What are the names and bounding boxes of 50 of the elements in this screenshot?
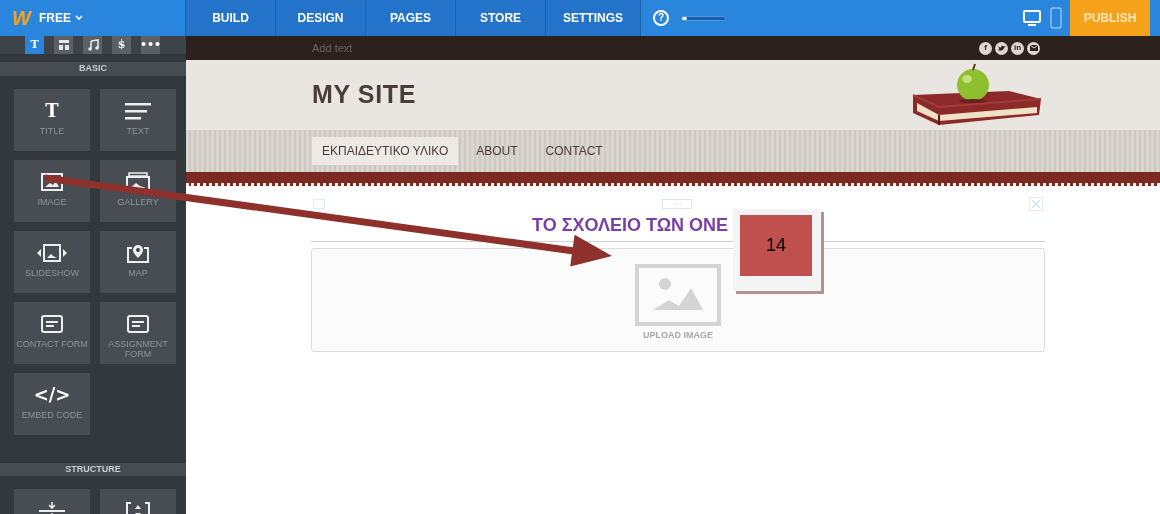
desktop-view-icon[interactable] [1022, 8, 1042, 28]
bird-icon[interactable] [995, 41, 1008, 55]
nav-tab[interactable]: SETTINGS [546, 0, 641, 36]
section-heading: ΤΟ ΣΧΟΛΕΙΟ ΤΩΝ ΟΝΕ [531, 214, 730, 237]
element-tile[interactable]: SLIDESHOW [14, 230, 90, 293]
form-icon [41, 313, 63, 334]
element-tile[interactable]: IMAGE [14, 159, 90, 222]
callout-label: 14 [740, 215, 812, 276]
image-placeholder-icon [635, 264, 721, 326]
section-header: BASIC [0, 62, 186, 76]
nav-tab[interactable]: BUILD [186, 0, 276, 36]
drag-handle-icon[interactable] [662, 199, 692, 209]
caret-icon [74, 15, 83, 21]
plan-dropdown[interactable]: FREE [38, 9, 83, 27]
nav-tab[interactable]: STORE [456, 0, 546, 36]
nav-link[interactable]: ABOUT [466, 137, 528, 165]
category-tab[interactable]: T [25, 36, 44, 54]
nav-link[interactable]: CONTACT [535, 137, 613, 165]
element-tile[interactable]: CONTACT FORM [14, 301, 90, 364]
element-tile[interactable]: MAP [100, 230, 176, 293]
handle-icon[interactable] [313, 199, 325, 209]
social-link[interactable]: f [979, 41, 992, 55]
text-lines-icon [125, 100, 151, 121]
form-icon [127, 313, 149, 334]
music-category-tab[interactable] [83, 36, 102, 54]
map-pin-icon [127, 242, 149, 263]
image-icon [41, 171, 63, 192]
section-header: STRUCTURE [0, 462, 186, 476]
element-tile[interactable]: TEXT [100, 88, 176, 151]
element-tile[interactable]: </> EMBED CODE [14, 372, 90, 435]
slideshow-icon [36, 242, 68, 263]
social-link[interactable]: in [1011, 41, 1024, 55]
layout-category-tab[interactable] [54, 36, 73, 54]
category-tab[interactable]: $ [112, 36, 131, 54]
music-note-icon [86, 39, 99, 51]
site-title: MY SITE [312, 79, 416, 111]
mail-icon[interactable] [1027, 41, 1040, 55]
nav-link[interactable]: ΕΚΠΑΙΔΕΥΤΙΚΟ ΥΛΙΚΟ [312, 137, 459, 165]
nav-tab[interactable]: DESIGN [276, 0, 366, 36]
element-tile[interactable]: T TITLE [14, 88, 90, 151]
help-button[interactable]: ? [653, 10, 669, 26]
layout-icon [57, 39, 70, 51]
element-tile[interactable]: ASSIGNMENT FORM [100, 301, 176, 364]
upload-label: UPLOAD IMAGE [643, 329, 713, 342]
gallery-icon [126, 171, 150, 192]
element-glyph-icon: </> [33, 384, 71, 405]
element-glyph-icon: T [45, 100, 59, 121]
category-tab[interactable]: ••• [141, 36, 160, 54]
text-placeholder[interactable]: Add text [312, 39, 353, 57]
nav-tab[interactable]: PAGES [366, 0, 456, 36]
